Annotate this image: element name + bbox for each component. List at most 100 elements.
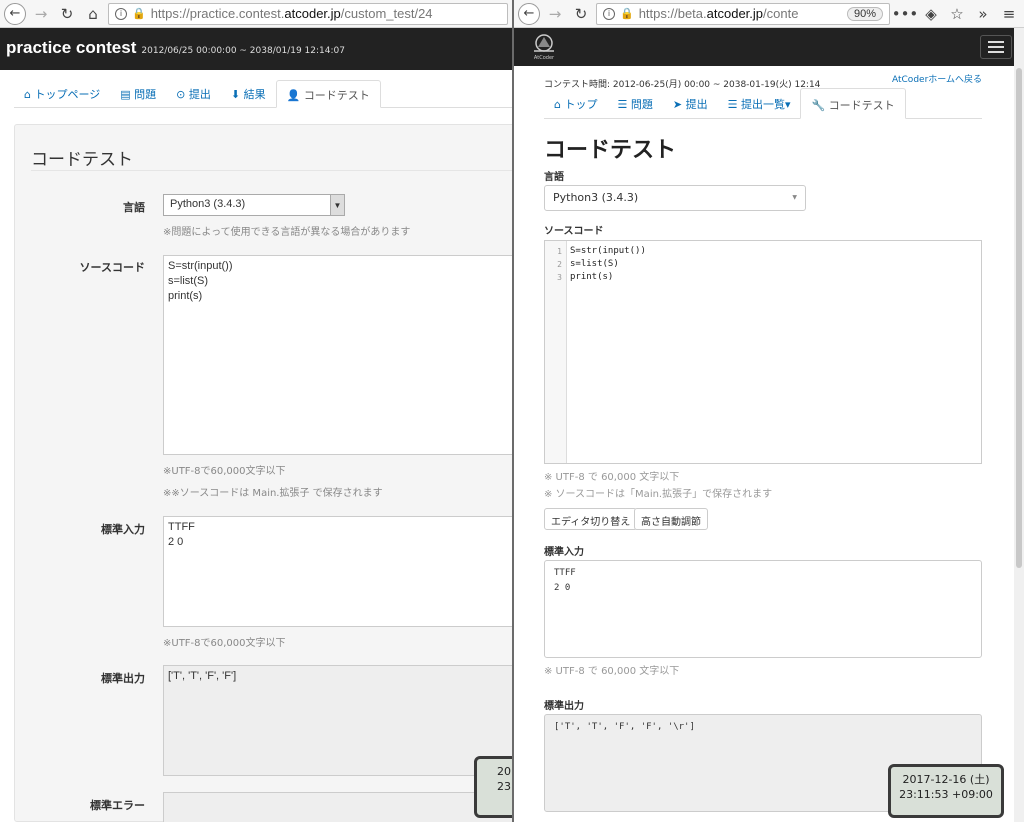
toggle-editor-button[interactable]: エディタ切り替え [544,508,638,530]
tab-label: 結果 [243,88,266,101]
stdin-help: ※UTF-8で60,000文字以下 [163,638,286,649]
list-icon: ☰ [727,98,738,111]
stdin-label: 標準入力 [101,523,145,536]
source-code-textarea[interactable]: S=str(input()) s=list(S) print(s) [163,255,512,455]
language-select[interactable]: Python3 (3.4.3) ▼ [544,185,806,211]
submit-icon: ⊙ [176,88,186,101]
language-value: Python3 (3.4.3) [553,191,639,204]
language-select[interactable]: Python3 (3.4.3) ▼ [163,194,345,216]
url-suffix: /conte [763,6,799,21]
atcoder-home-link[interactable]: AtCoderホームへ戻る [892,72,982,85]
lock-icon: 🔒 [132,8,146,20]
list-icon: ☰ [617,98,628,111]
tab-submissions-dropdown[interactable]: ☰ 提出一覧▾ [718,88,801,118]
pocket-icon[interactable]: ◈ [920,3,942,25]
info-icon[interactable]: i [603,7,615,20]
tab-label: 問題 [134,88,157,101]
tab-label: 提出 [685,98,708,111]
source-code-editor[interactable]: 1 2 3 S=str(input()) s=list(S) print(s) [544,240,982,464]
tab-problems[interactable]: ▤ 問題 [110,80,166,107]
url-prefix: https://beta. [638,6,707,21]
right-nav-tabs: ⌂ トップ ☰ 問題 ➤ 提出 ☰ 提出一覧▾ 🔧 コードテスト [544,88,982,119]
language-label: 言語 [123,201,145,214]
logo-text: AtCoder [533,55,555,61]
left-browser-toolbar: ← → ↻ ⌂ i 🔒 https://practice.contest.atc… [0,0,512,28]
tab-problems[interactable]: ☰ 問題 [607,88,662,118]
home-icon: ⌂ [24,88,31,101]
url-suffix: /custom_test/24 [340,6,433,21]
stderr-label: 標準エラー [90,799,145,812]
forward-icon[interactable]: → [30,3,52,25]
stdin-textarea[interactable]: TTFF 2 0 [163,516,512,627]
source-help-size: ※ UTF-8 で 60,000 文字以下 [544,472,680,483]
download-icon: ⬇ [230,88,241,101]
atcoder-logo-icon [534,34,554,52]
url-prefix: https://practice.contest. [150,6,285,21]
source-help-size: ※UTF-8で60,000文字以下 [163,466,286,477]
tab-label: トップページ [34,88,101,101]
clock-date: 2017-12-16 (土) [902,773,990,786]
left-nav-tabs: ⌂ トップページ ▤ 問題 ⊙ 提出 ⬇ 結果 👤 コードテスト [14,80,512,108]
home-icon: ⌂ [554,98,561,111]
url-domain: atcoder.jp [706,6,764,21]
tab-code-test[interactable]: 🔧 コードテスト [800,88,906,119]
left-address-bar[interactable]: i 🔒 https://practice.contest.atcoder.jp/… [108,2,508,25]
tab-submit[interactable]: ➤ 提出 [663,88,718,118]
contest-header: practice contest 2012/06/25 00:00:00 ~ 2… [0,28,512,70]
tab-results[interactable]: ⬇ 結果 [221,80,276,107]
tab-label: 問題 [630,98,653,111]
zoom-level-badge[interactable]: 90% [846,6,883,21]
stderr-textarea [163,792,512,822]
desktop-clock-widget: 2017-12-16 (土) 23:11:53 +09:00 [888,764,1004,818]
stdin-label: 標準入力 [544,547,584,558]
page-title: コードテスト [31,150,133,169]
tab-code-test[interactable]: 👤 コードテスト [275,80,381,108]
back-icon[interactable]: ← [4,2,26,25]
contest-title[interactable]: practice contest [6,38,136,58]
stdout-textarea: ['T', 'T', 'F', 'F'] [163,665,512,776]
language-label: 言語 [544,172,564,183]
url-domain: atcoder.jp [284,6,341,21]
source-help-filename: ※※ソースコードは Main.拡張子 で保存されます [163,488,383,499]
overflow-chevron-icon[interactable]: » [972,3,994,25]
more-actions-icon[interactable]: ••• [892,3,919,25]
tab-top-page[interactable]: ⌂ トップページ [14,80,110,107]
lock-icon: 🔒 [620,8,634,20]
list-icon: ▤ [120,88,131,101]
navbar-toggle-button[interactable] [980,35,1012,59]
source-code-label: ソースコード [79,261,145,274]
tab-top[interactable]: ⌂ トップ [544,88,607,118]
menu-icon[interactable]: ≡ [998,3,1020,25]
page-scrollbar[interactable] [1014,28,1024,822]
right-main-content: コンテスト時間: 2012-06-25(月) 00:00 ~ 2038-01-1… [544,66,982,812]
language-value: Python3 (3.4.3) [170,198,246,210]
clock-time: 23:11:53 +09:00 [899,788,993,801]
right-browser-window: ← → ↻ i 🔒 https://beta.atcoder.jp/conte … [512,0,1024,822]
right-address-bar[interactable]: i 🔒 https://beta.atcoder.jp/conte 90% [596,2,890,25]
source-code-label: ソースコード [544,226,604,237]
stdin-textarea[interactable]: TTFF 2 0 [544,560,982,658]
home-icon[interactable]: ⌂ [82,3,104,25]
stdout-label: 標準出力 [101,672,145,685]
code-test-form: コードテスト 言語 Python3 (3.4.3) ▼ ※問題によって使用できる… [14,124,512,822]
scrollbar-thumb[interactable] [1016,68,1022,568]
tab-label: コードテスト [303,89,370,102]
info-icon[interactable]: i [115,7,127,20]
tab-submit[interactable]: ⊙ 提出 [166,80,221,107]
reload-icon[interactable]: ↻ [56,3,78,25]
language-help: ※問題によって使用できる言語が異なる場合があります [163,227,411,238]
bookmark-star-icon[interactable]: ☆ [946,3,968,25]
clock-time: 23 [497,780,511,793]
auto-height-button[interactable]: 高さ自動調節 [634,508,708,530]
forward-icon[interactable]: → [544,3,566,25]
stdout-label: 標準出力 [544,701,584,712]
atcoder-logo[interactable]: AtCoder [526,30,562,64]
back-icon[interactable]: ← [518,2,540,25]
tab-label: 提出 [188,88,211,101]
tab-label: トップ [564,98,598,111]
source-code-text[interactable]: S=str(input()) s=list(S) print(s) [567,241,649,463]
wrench-icon: 🔧 [811,99,826,112]
reload-icon[interactable]: ↻ [570,3,592,25]
caret-down-icon: ▼ [792,194,797,201]
chevron-down-icon[interactable]: ▼ [330,195,344,215]
